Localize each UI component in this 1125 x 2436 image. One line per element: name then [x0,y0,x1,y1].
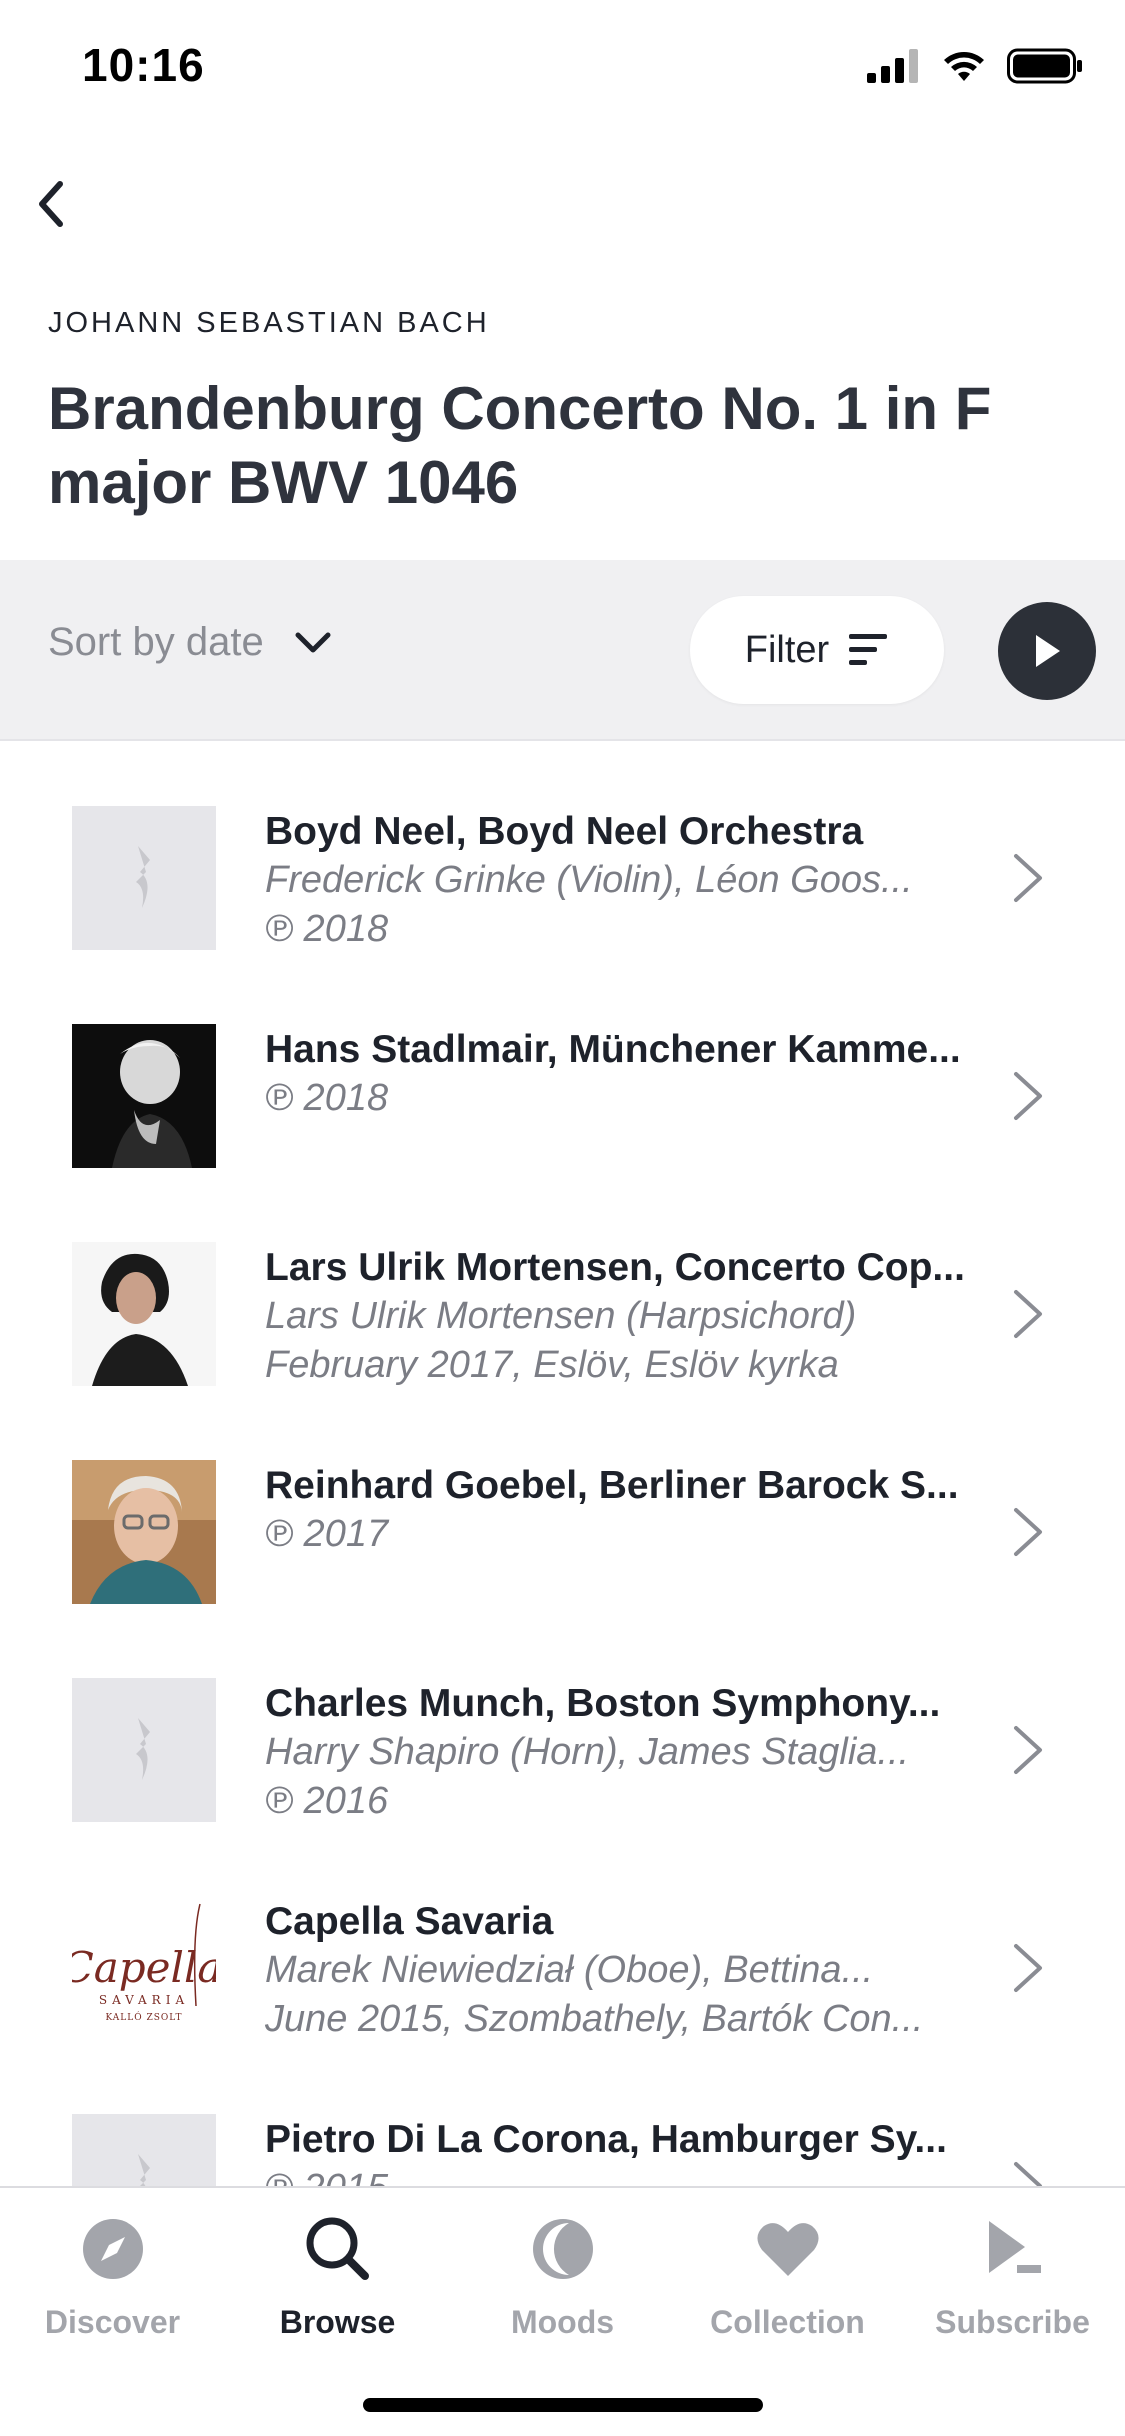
tab-label: Browse [279,2304,396,2340]
portrait-image [72,1242,216,1386]
recording-date: ℗ 2018 [265,1077,389,1119]
recording-title: Hans Stadlmair, Münchener Kamme... [265,1028,961,1071]
play-icon [1036,635,1060,667]
recordings-list[interactable]: Boyd Neel, Boyd Neel Orchestra Frederick… [0,742,1125,2186]
back-button[interactable] [14,168,86,240]
recording-title: Pietro Di La Corona, Hamburger Sy... [265,2118,947,2161]
chevron-right-icon [1014,1944,1042,1992]
chevron-right-icon [1014,1290,1042,1338]
chevron-right-icon [1014,1508,1042,1556]
list-item[interactable]: Hans Stadlmair, Münchener Kamme... ℗ 201… [0,960,1125,1178]
status-bar: 10:16 [0,0,1125,132]
capella-logo-image: Capella SAVARIA KALLÓ ZSOLT [72,1896,216,2040]
svg-text:SAVARIA: SAVARIA [99,1993,189,2007]
list-item[interactable]: Charles Munch, Boston Symphony... Harry … [0,1614,1125,1832]
recording-date: ℗ 2018 [265,908,389,950]
chevron-right-icon [1014,854,1042,902]
recording-date: ℗ 2016 [265,1780,389,1822]
placeholder-thumbnail [72,1678,216,1822]
chevron-right-icon [1014,2162,1042,2186]
ensemble-logo: Capella SAVARIA KALLÓ ZSOLT [72,1896,216,2040]
tab-label: Moods [510,2304,615,2340]
signal-icon [867,49,918,83]
status-time: 10:16 [82,39,205,91]
status-icons [867,48,1083,84]
filter-icon [849,634,888,665]
portrait-image [72,1024,216,1168]
play-subscribe-icon [988,2221,1041,2273]
list-item[interactable]: Reinhard Goebel, Berliner Barock S... ℗ … [0,1396,1125,1614]
recording-title: Reinhard Goebel, Berliner Barock S... [265,1464,959,1507]
artist-photo [72,1242,216,1386]
tab-label: Subscribe [935,2304,1090,2340]
tab-collection[interactable]: Collection [675,2214,900,2354]
list-item[interactable]: Capella SAVARIA KALLÓ ZSOLT Capella Sava… [0,1832,1125,2050]
compass-icon [82,2219,143,2279]
recording-date: ℗ 2015 [265,2164,965,2186]
play-all-button[interactable] [998,602,1096,700]
tab-label: Discover [44,2304,181,2340]
heart-icon [756,2223,819,2276]
toolbar: Sort by date Filter [0,560,1125,741]
tab-subscribe[interactable]: Subscribe [900,2214,1125,2354]
recording-performers: Harry Shapiro (Horn), James Staglia... [265,1731,910,1773]
note-placeholder-icon [136,846,150,908]
search-icon [306,2217,369,2280]
tab-moods[interactable]: Moods [450,2214,675,2354]
filter-label: Filter [744,628,830,671]
page-title: Brandenburg Concerto No. 1 in F major BW… [48,375,992,516]
recording-date: February 2017, Eslöv, Eslöv kyrka [265,1344,839,1386]
note-placeholder-icon [138,2154,150,2186]
tab-discover[interactable]: Discover [0,2214,225,2354]
svg-text:Capella: Capella [72,1943,216,1992]
artist-photo [72,1024,216,1168]
filter-button[interactable]: Filter [690,596,944,704]
battery-icon [1007,48,1082,84]
recording-performers: Lars Ulrik Mortensen (Harpsichord) [265,1295,857,1337]
moon-icon [532,2219,593,2279]
list-item[interactable]: Lars Ulrik Mortensen, Concerto Cop... La… [0,1178,1125,1396]
note-placeholder-icon [136,1718,150,1780]
tab-browse[interactable]: Browse [225,2214,450,2354]
wifi-icon [944,52,984,81]
home-indicator [363,2398,763,2412]
recording-title: Lars Ulrik Mortensen, Concerto Cop... [265,1246,965,1289]
chevron-left-icon [39,181,63,227]
recording-date: June 2015, Szombathely, Bartók Con... [265,1998,924,2040]
recording-title: Capella Savaria [265,1900,554,1943]
recording-title: Charles Munch, Boston Symphony... [265,1682,941,1725]
svg-text:KALLÓ ZSOLT: KALLÓ ZSOLT [105,2011,182,2023]
composer-name: JOHANN SEBASTIAN BACH [48,307,490,339]
recording-title: Boyd Neel, Boyd Neel Orchestra [265,810,864,853]
list-item[interactable]: Boyd Neel, Boyd Neel Orchestra Frederick… [0,742,1125,960]
recording-performers: Marek Niewiedział (Oboe), Bettina... [265,1949,874,1991]
placeholder-thumbnail [72,2114,216,2186]
artist-photo [72,1460,216,1604]
list-item[interactable]: Pietro Di La Corona, Hamburger Sy... ℗ 2… [0,2050,1125,2186]
sort-label: Sort by date [48,620,264,664]
tab-label: Collection [710,2304,865,2340]
chevron-down-icon [295,632,331,652]
placeholder-thumbnail [72,806,216,950]
sort-dropdown[interactable]: Sort by date [48,620,332,665]
chevron-right-icon [1014,1726,1042,1774]
recording-performers: Frederick Grinke (Violin), Léon Goos... [265,859,913,901]
recording-date: ℗ 2017 [265,1513,389,1555]
chevron-right-icon [1014,1072,1042,1120]
portrait-image [72,1460,216,1604]
